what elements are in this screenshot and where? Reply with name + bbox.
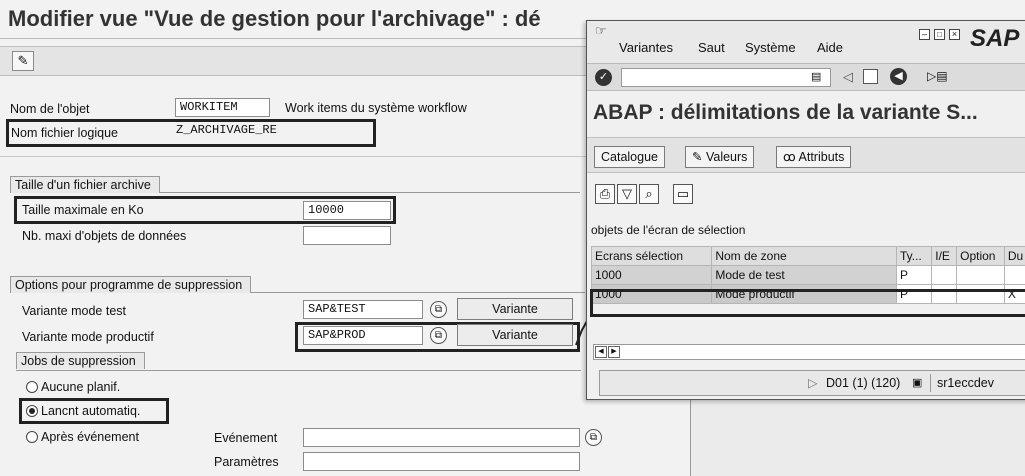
valeurs-button-label: Valeurs: [705, 150, 748, 164]
print-list-icon[interactable]: ▷▤: [927, 69, 948, 83]
radio-button[interactable]: [26, 381, 38, 393]
find-icon[interactable]: ⌕: [639, 184, 659, 204]
system-info-icon[interactable]: ▣: [912, 374, 922, 392]
table-header-row: Ecrans sélection Nom de zone Ty... I/E O…: [590, 246, 1025, 266]
col-option[interactable]: Option: [956, 246, 1005, 266]
attributes-icon: ꝏ: [783, 150, 799, 164]
sap-logo: SAP: [970, 25, 1020, 52]
value-help-icon[interactable]: ⧉: [585, 429, 602, 446]
max-size-label: Taille maximale en Ko: [22, 203, 144, 217]
col-ecrans[interactable]: Ecrans sélection: [590, 246, 713, 266]
object-name-label: Nom de l'objet: [10, 102, 90, 116]
save-icon[interactable]: [863, 69, 878, 84]
event-label: Evénement: [214, 431, 278, 445]
params-field[interactable]: [303, 452, 580, 471]
value-help-icon[interactable]: ⧉: [430, 327, 447, 344]
test-variant-field[interactable]: SAP&TEST: [303, 300, 423, 319]
prod-variant-label: Variante mode productif: [22, 330, 154, 344]
popup-app-toolbar: Catalogue ✎ Valeurs ꝏ Attributs: [587, 137, 1025, 173]
max-objects-field[interactable]: [303, 226, 391, 245]
status-arrow-icon[interactable]: ▷: [808, 374, 818, 392]
radio-no-schedule-label: Aucune planif.: [41, 380, 121, 394]
status-bar: ▷ D01 (1) (120) ▣ sr1eccdev: [599, 370, 1025, 396]
col-ie[interactable]: I/E: [931, 246, 958, 266]
params-label: Paramètres: [214, 455, 279, 469]
cell: [1003, 265, 1025, 285]
cell: [931, 265, 958, 285]
popup-title: ABAP : délimitations de la variante S...: [593, 101, 978, 124]
cell: [956, 265, 1005, 285]
test-variant-button[interactable]: Variante: [457, 298, 573, 320]
menu-icon[interactable]: ☞: [595, 23, 607, 39]
menu-systeme[interactable]: Système: [745, 40, 796, 55]
productive-row-highlight: [590, 289, 1025, 317]
attributs-button-label: Attributs: [798, 150, 845, 164]
prod-variant-field[interactable]: SAP&PROD: [303, 326, 423, 345]
pencil-icon: ✎: [692, 150, 706, 164]
radio-button[interactable]: [26, 431, 38, 443]
jobs-group-title: Jobs de suppression: [16, 352, 145, 369]
host-name: sr1eccdev: [930, 374, 994, 392]
radio-button-selected[interactable]: [26, 405, 38, 417]
max-size-field[interactable]: 10000: [303, 201, 391, 220]
popup-menu-bar: ☞ Variantes Saut Système Aide – □ × SAP: [587, 21, 1025, 63]
table-row[interactable]: 1000 Mode de test P: [590, 265, 1025, 285]
object-description: Work items du système workflow: [285, 101, 467, 115]
test-variant-label: Variante mode test: [22, 304, 126, 318]
value-help-icon[interactable]: ⧉: [430, 301, 447, 318]
object-name-field[interactable]: WORKITEM: [175, 98, 270, 117]
radio-auto-start-label: Lancnt automatiq.: [41, 404, 141, 418]
variant-popup-window: ☞ Variantes Saut Système Aide – □ × SAP …: [586, 20, 1025, 400]
col-nom-zone[interactable]: Nom de zone: [711, 246, 897, 266]
display-change-icon[interactable]: ✎: [12, 51, 34, 71]
scroll-left-icon[interactable]: ◀: [595, 346, 607, 358]
command-field[interactable]: [621, 68, 831, 87]
col-du[interactable]: Du: [1003, 246, 1025, 266]
cell: P: [895, 265, 933, 285]
radio-auto-start[interactable]: Lancnt automatiq.: [26, 404, 140, 418]
delete-options-group-title: Options pour programme de suppression: [10, 276, 252, 293]
scroll-right-icon[interactable]: ▶: [608, 346, 620, 358]
filter-icon[interactable]: ▽: [617, 184, 637, 204]
check-icon[interactable]: ✓: [595, 69, 612, 86]
menu-aide[interactable]: Aide: [817, 40, 843, 55]
archive-size-group-title: Taille d'un fichier archive: [10, 176, 160, 193]
history-icon[interactable]: ▤: [811, 70, 821, 83]
cell: 1000: [590, 265, 713, 285]
logical-file-field[interactable]: Z_ARCHIVAGE_RE: [172, 122, 370, 141]
maximize-icon[interactable]: □: [934, 29, 945, 40]
max-objects-label: Nb. maxi d'objets de données: [22, 229, 187, 243]
layout-icon[interactable]: ▭: [673, 184, 693, 204]
minimize-icon[interactable]: –: [919, 29, 930, 40]
back-icon[interactable]: ◀: [890, 68, 907, 85]
event-field[interactable]: [303, 428, 580, 447]
close-icon[interactable]: ×: [949, 29, 960, 40]
attributs-button[interactable]: ꝏ Attributs: [776, 146, 852, 168]
popup-command-bar: ✓ ▤ ◁ ◀ ▷▤: [587, 63, 1025, 91]
page-title: Modifier vue "Vue de gestion pour l'arch…: [8, 6, 541, 31]
valeurs-button[interactable]: ✎ Valeurs: [685, 146, 755, 168]
radio-after-event[interactable]: Après événement: [26, 430, 139, 444]
radio-after-event-label: Après événement: [41, 430, 139, 444]
back-arrow-icon[interactable]: ◁: [843, 69, 853, 85]
radio-no-schedule[interactable]: Aucune planif.: [26, 380, 120, 394]
horizontal-scrollbar[interactable]: ◀ ▶: [593, 344, 1025, 360]
section-label: objets de l'écran de sélection: [591, 223, 746, 237]
system-info: D01 (1) (120): [826, 376, 901, 390]
logical-file-label: Nom fichier logique: [11, 126, 118, 140]
menu-variantes[interactable]: Variantes: [619, 40, 673, 55]
col-type[interactable]: Ty...: [895, 246, 933, 266]
menu-saut[interactable]: Saut: [698, 40, 725, 55]
print-icon[interactable]: ⎙: [595, 184, 615, 204]
catalogue-button[interactable]: Catalogue: [594, 146, 665, 168]
right-area: [690, 400, 1025, 476]
prod-variant-button[interactable]: Variante: [457, 324, 573, 346]
cell: Mode de test: [711, 265, 897, 285]
